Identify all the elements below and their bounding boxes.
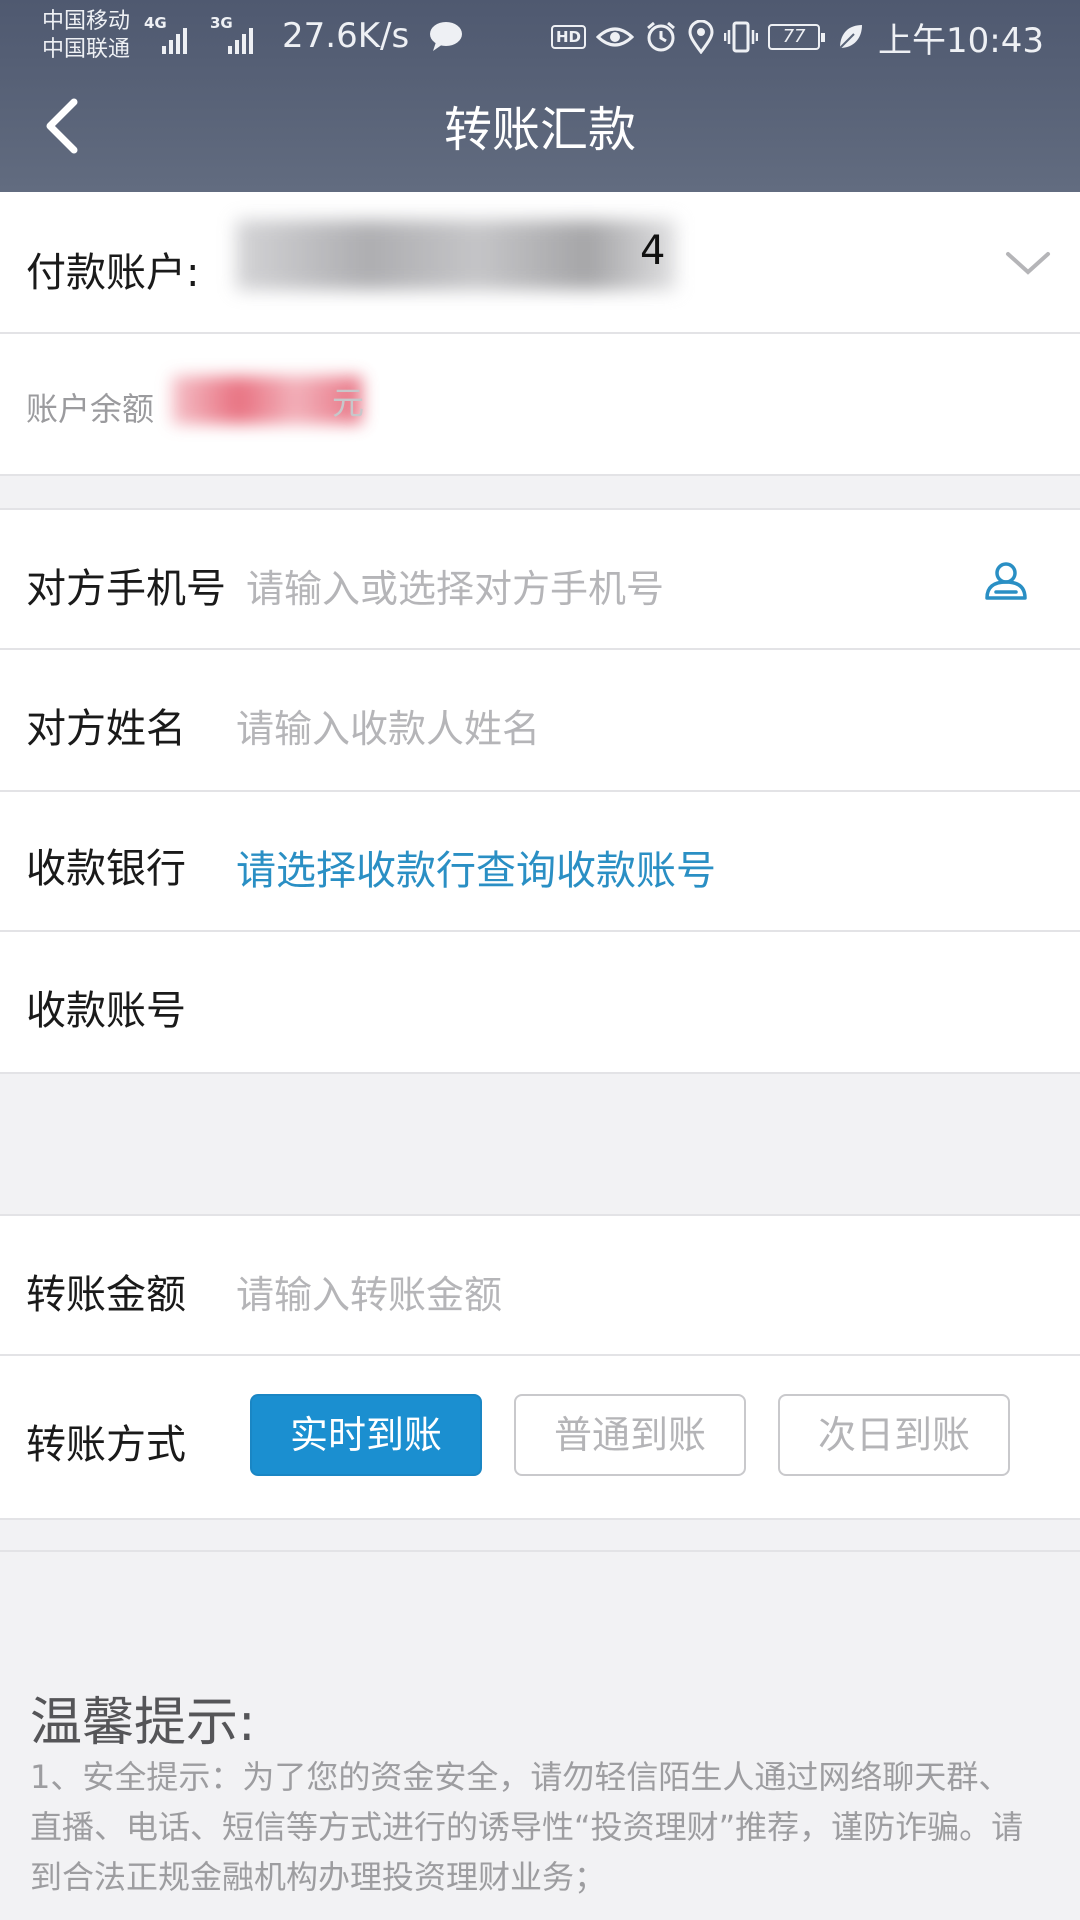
signal-indicators: 4G 3G (142, 14, 262, 54)
eye-icon (596, 27, 635, 47)
clock: 上午10:43 (878, 20, 1044, 61)
leaf-icon (839, 25, 863, 49)
amount-label: 转账金额 (26, 1272, 186, 1318)
battery-level: 77 (782, 26, 806, 47)
chevron-down-icon[interactable] (1004, 248, 1052, 278)
battery-icon: 77 (768, 24, 826, 50)
status-right-icons: HD 77 上午10:43 (551, 12, 1044, 62)
location-icon (688, 20, 714, 54)
method-next-day-button[interactable]: 次日到账 (778, 1394, 1010, 1476)
divider (0, 1550, 1080, 1552)
receiving-bank-label: 收款银行 (26, 846, 186, 892)
balance-unit: 元 (332, 384, 365, 422)
hd-icon: HD (551, 25, 587, 49)
balance-label: 账户余额 (26, 390, 155, 428)
method-normal-button[interactable]: 普通到账 (514, 1394, 746, 1476)
transfer-method-label: 转账方式 (26, 1422, 186, 1468)
select-bank-link[interactable]: 请选择收款行查询收款账号 (236, 838, 716, 896)
receiving-account-row[interactable]: 收款账号 (0, 932, 1080, 1074)
method-realtime-button[interactable]: 实时到账 (250, 1394, 482, 1476)
carrier-labels: 中国移动 中国联通 (42, 8, 130, 64)
carrier-1: 中国移动 (42, 9, 131, 34)
amount-row[interactable]: 转账金额 请输入转账金额 (0, 1214, 1080, 1356)
tips-text: 1、安全提示：为了您的资金安全，请勿轻信陌生人通过网络聊天群、直播、电话、短信等… (30, 1758, 1024, 1896)
vibrate-icon (724, 21, 759, 53)
payment-account-row[interactable]: 付款账户: 4 (0, 192, 1080, 334)
app-header: 中国移动 中国联通 4G 3G 27.6K/s HD 77 上午10:43 转账… (0, 0, 1080, 192)
message-icon (430, 22, 462, 51)
tips-title: 温馨提示: (30, 1693, 256, 1753)
account-number-tail: 4 (640, 228, 666, 274)
amount-input[interactable]: 请输入转账金额 (236, 1264, 502, 1319)
payee-phone-label: 对方手机号 (26, 566, 226, 612)
signal-strength-icon-2 (228, 28, 253, 54)
contacts-icon[interactable] (982, 556, 1030, 604)
payee-phone-input[interactable]: 请输入或选择对方手机号 (246, 558, 664, 613)
masked-account-number (236, 220, 676, 290)
payee-name-row[interactable]: 对方姓名 请输入收款人姓名 (0, 650, 1080, 792)
transfer-method-row: 转账方式 实时到账 普通到账 次日到账 (0, 1356, 1080, 1520)
carrier-2: 中国联通 (42, 37, 131, 62)
receiving-bank-row[interactable]: 收款银行 请选择收款行查询收款账号 (0, 792, 1080, 932)
alarm-icon (647, 21, 675, 52)
payment-account-label: 付款账户: (26, 250, 200, 296)
balance-row: 账户余额 元 (0, 334, 1080, 476)
status-bar: 中国移动 中国联通 4G 3G 27.6K/s HD 77 上午10:43 (0, 0, 1080, 80)
payee-phone-row[interactable]: 对方手机号 请输入或选择对方手机号 (0, 508, 1080, 650)
page-title: 转账汇款 (443, 102, 636, 158)
network-speed: 27.6K/s (282, 16, 410, 56)
payee-name-label: 对方姓名 (26, 706, 186, 752)
receiving-account-label: 收款账号 (26, 988, 186, 1034)
signal-strength-icon (162, 28, 187, 54)
payee-name-input[interactable]: 请输入收款人姓名 (236, 698, 540, 753)
